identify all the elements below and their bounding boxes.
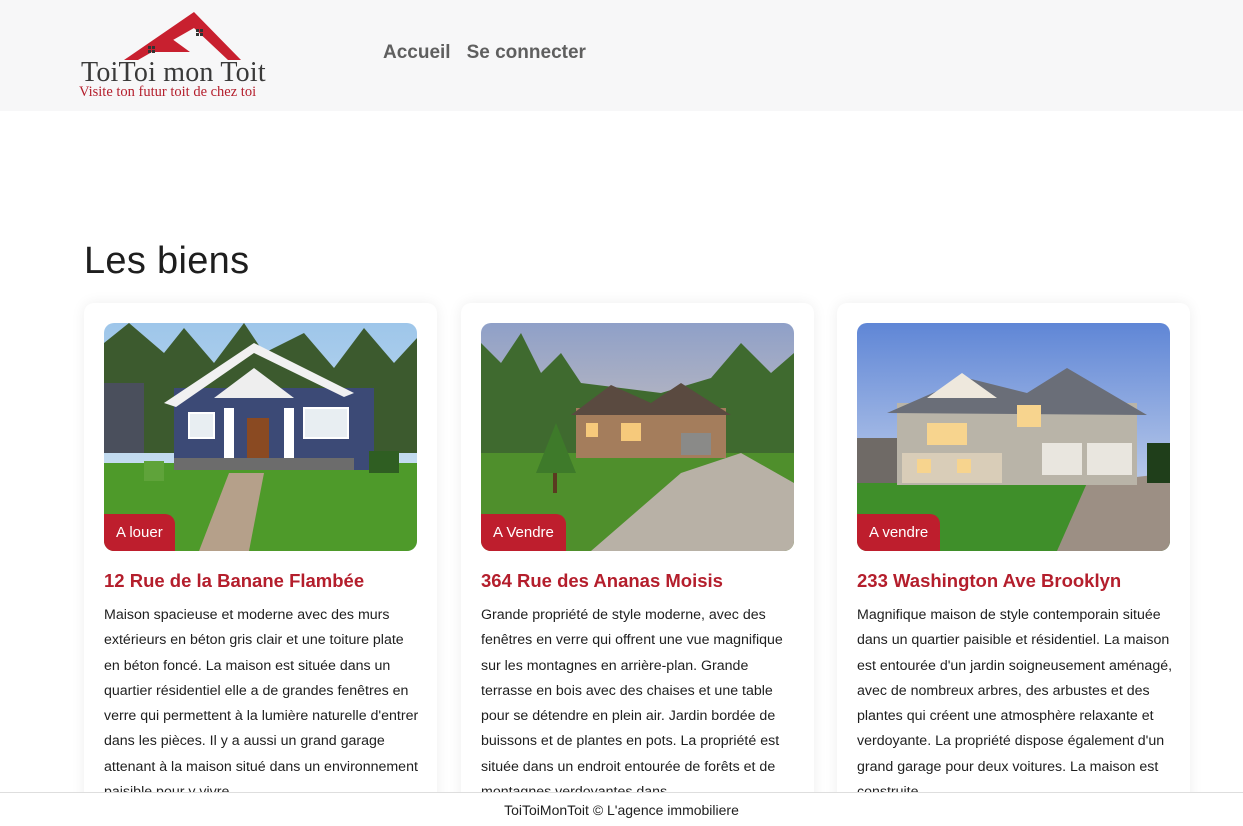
property-card[interactable]: A Vendre 364 Rue des Ananas Moisis Grand… [461,303,814,826]
main-nav: Accueil Se connecter [383,42,586,64]
status-badge: A vendre [857,514,941,551]
footer-copyright: ToiToiMonToit © L'agence immobiliere [504,802,739,818]
property-card[interactable]: A louer 12 Rue de la Banane Flambée Mais… [84,303,437,826]
status-badge: A louer [104,514,175,551]
property-title[interactable]: 12 Rue de la Banane Flambée [104,570,424,592]
nav-link-se-connecter[interactable]: Se connecter [467,42,586,64]
property-card[interactable]: A vendre 233 Washington Ave Brooklyn Mag… [837,303,1190,826]
property-description: Magnifique maison de style contemporain … [857,607,1173,800]
site-header: ToiToi mon Toit Visite ton futur toit de… [0,0,1243,111]
property-description: Grande propriété de style moderne, avec … [481,607,783,800]
property-description: Maison spacieuse et moderne avec des mur… [104,607,419,800]
property-title[interactable]: 233 Washington Ave Brooklyn [857,570,1177,592]
property-title[interactable]: 364 Rue des Ananas Moisis [481,570,801,592]
page-title: Les biens [84,240,250,282]
nav-link-accueil[interactable]: Accueil [383,42,451,64]
site-logo[interactable]: ToiToi mon Toit Visite ton futur toit de… [78,8,283,103]
logo-slogan: Visite ton futur toit de chez toi [79,84,257,100]
status-badge: A Vendre [481,514,566,551]
site-footer: ToiToiMonToit © L'agence immobiliere [0,792,1243,826]
